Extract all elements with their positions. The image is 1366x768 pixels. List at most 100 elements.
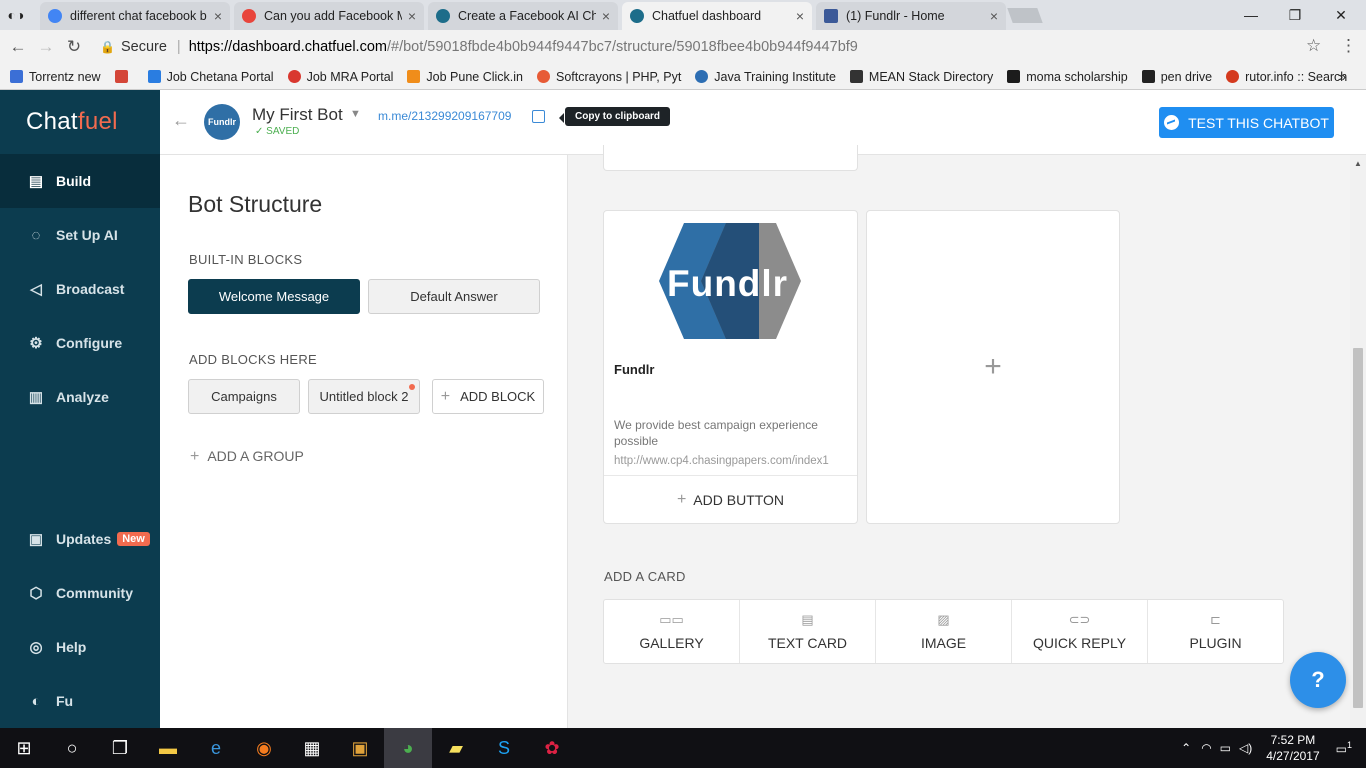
fundlr-logo-image[interactable]: Fundlr <box>659 223 804 343</box>
plugin-button[interactable]: ⊏ PLUGIN <box>1148 600 1283 663</box>
test-chatbot-button[interactable]: TEST THIS CHATBOT <box>1159 107 1334 138</box>
search-icon[interactable]: ○ <box>48 728 96 768</box>
menu-icon[interactable]: ⋮ <box>1340 36 1357 56</box>
messenger-icon <box>1164 115 1180 130</box>
welcome-message-block[interactable]: Welcome Message <box>188 279 360 314</box>
store-icon[interactable]: ▦ <box>288 728 336 768</box>
close-tab-icon[interactable]: × <box>796 8 804 24</box>
text-card-button[interactable]: ▤ TEXT CARD <box>740 600 876 663</box>
edge-icon[interactable]: e <box>192 728 240 768</box>
chevron-up-icon[interactable]: ⌃ <box>1181 741 1191 755</box>
messenger-link[interactable]: m.me/213299209167709 <box>378 109 511 123</box>
bookmark-item[interactable]: Softcrayons | PHP, Pyt <box>537 70 681 84</box>
close-window-icon[interactable]: ✕ <box>1318 0 1364 30</box>
file-explorer-icon[interactable]: ▬ <box>144 728 192 768</box>
bookmark-item[interactable] <box>114 70 134 83</box>
browser-tab[interactable]: different chat facebook b × <box>40 2 230 30</box>
bookmark-item[interactable]: moma scholarship <box>1007 70 1128 84</box>
back-arrow-icon[interactable]: ← <box>4 37 32 57</box>
card-description[interactable]: We provide best campaign experience poss… <box>614 417 844 449</box>
add-group-button[interactable]: + ADD A GROUP <box>190 448 304 466</box>
chart-icon: ▥ <box>28 389 44 406</box>
untitled-block[interactable]: Untitled block 2 <box>308 379 420 414</box>
bookmark-icon <box>407 70 421 83</box>
browser-tab[interactable]: Create a Facebook AI Ch × <box>428 2 618 30</box>
new-badge: New <box>117 532 150 546</box>
address-bar[interactable]: 🔒 Secure | https://dashboard.chatfuel.co… <box>92 35 1332 59</box>
windows-taskbar: ⊞ ○ ❐ ▬ e ◉ ▦ ▣ ◕ ▰ S ✿ ⌃ ◠ ▭ ◁) 7:52 PM… <box>0 728 1366 768</box>
sidebar-item-setup-ai[interactable]: ◌ Set Up AI <box>0 208 160 262</box>
browser-tab-active[interactable]: Chatfuel dashboard × <box>622 2 812 30</box>
sidebar-item-account[interactable]: ◐ Fu <box>0 674 160 728</box>
campaigns-block[interactable]: Campaigns <box>188 379 300 414</box>
sidebar-item-analyze[interactable]: ▥ Analyze <box>0 370 160 424</box>
gallery-card[interactable]: Fundlr Fundlr We provide best campaign e… <box>603 210 858 524</box>
bookmark-item[interactable]: rutor.info :: Search <box>1226 70 1347 84</box>
minimize-icon[interactable]: — <box>1228 0 1274 30</box>
scrollbar-thumb[interactable] <box>1353 348 1363 708</box>
scroll-up-icon[interactable]: ▲ <box>1354 159 1362 168</box>
ai-icon: ◌ <box>31 226 41 244</box>
add-block-button[interactable]: + ADD BLOCK <box>432 379 544 414</box>
card-url[interactable]: http://www.cp4.chasingpapers.com/index1 <box>614 455 854 467</box>
amazon-icon <box>1141 70 1155 83</box>
maximize-icon[interactable]: ❐ <box>1272 0 1318 30</box>
default-answer-block[interactable]: Default Answer <box>368 279 540 314</box>
skype-icon[interactable]: S <box>480 728 528 768</box>
chevron-down-icon[interactable]: ▼ <box>350 108 361 120</box>
sublime-icon[interactable]: ▣ <box>336 728 384 768</box>
bookmark-item[interactable]: Job Chetana Portal <box>147 70 274 84</box>
star-icon[interactable]: ☆ <box>1306 36 1321 56</box>
bot-structure-panel: Bot Structure BUILT-IN BLOCKS Welcome Me… <box>160 155 568 728</box>
bot-name[interactable]: My First Bot <box>252 105 343 125</box>
forward-arrow-icon[interactable]: → <box>32 37 60 57</box>
card-type-picker: ▭▭ GALLERY ▤ TEXT CARD ▨ IMAGE ⊂⊃ QUICK REPL… <box>603 599 1284 664</box>
browser-tab[interactable]: Can you add Facebook M × <box>234 2 424 30</box>
close-tab-icon[interactable]: × <box>214 8 222 24</box>
scrollbar[interactable]: ▲ <box>1350 155 1366 728</box>
image-card-button[interactable]: ▨ IMAGE <box>876 600 1012 663</box>
battery-icon[interactable]: ▭ <box>1220 741 1231 755</box>
add-button-button[interactable]: + ADD BUTTON <box>604 475 857 523</box>
firefox-icon[interactable]: ◉ <box>240 728 288 768</box>
sidebar-item-help[interactable]: ◎ Help <box>0 620 160 674</box>
more-bookmarks-icon[interactable]: » <box>1339 69 1346 84</box>
bookmark-item[interactable]: Job Pune Click.in <box>407 70 523 84</box>
gallery-icon: ▭▭ <box>659 611 684 627</box>
chrome-icon[interactable]: ◕ <box>384 728 432 768</box>
volume-icon[interactable]: ◁) <box>1239 741 1252 755</box>
new-tab-button[interactable] <box>1007 8 1043 23</box>
bookmark-item[interactable]: MEAN Stack Directory <box>849 70 993 84</box>
bookmark-item[interactable]: Torrentz new <box>10 70 101 84</box>
sidebar-item-community[interactable]: ⬡ Community <box>0 566 160 620</box>
close-tab-icon[interactable]: × <box>602 8 610 24</box>
bookmark-item[interactable]: pen drive <box>1141 70 1212 84</box>
back-arrow-icon[interactable]: ← <box>172 110 190 131</box>
wifi-icon[interactable]: ◠ <box>1201 741 1211 755</box>
task-view-icon[interactable]: ❐ <box>96 728 144 768</box>
chatfuel-logo[interactable]: Chatfuel <box>26 108 118 136</box>
card-title[interactable]: Fundlr <box>614 362 654 377</box>
bookmark-item[interactable]: Job MRA Portal <box>287 70 393 84</box>
close-tab-icon[interactable]: × <box>990 8 998 24</box>
reload-icon[interactable]: ↻ <box>60 37 88 57</box>
sidebar-item-configure[interactable]: ⚙ Configure <box>0 316 160 370</box>
gallery-card-button[interactable]: ▭▭ GALLERY <box>604 600 740 663</box>
sticky-notes-icon[interactable]: ▰ <box>432 728 480 768</box>
quick-reply-button[interactable]: ⊂⊃ QUICK REPLY <box>1012 600 1148 663</box>
app-icon[interactable]: ✿ <box>528 728 576 768</box>
browser-tab[interactable]: (1) Fundlr - Home × <box>816 2 1006 30</box>
copy-icon[interactable] <box>532 110 545 123</box>
notifications-icon[interactable]: ▭1 <box>1336 740 1352 756</box>
bookmark-item[interactable]: Java Training Institute <box>695 70 836 84</box>
clock[interactable]: 7:52 PM 4/27/2017 <box>1266 732 1319 764</box>
sidebar-item-build[interactable]: ▤ Build <box>0 154 160 208</box>
bot-avatar[interactable]: Fundlr <box>204 104 240 140</box>
close-tab-icon[interactable]: × <box>408 8 416 24</box>
windows-start-icon[interactable]: ⊞ <box>0 728 48 768</box>
browser-tab-strip: ◐◑ different chat facebook b × Can you a… <box>0 0 1366 30</box>
help-chat-icon[interactable]: ? <box>1290 652 1346 708</box>
sidebar-item-broadcast[interactable]: ◁ Broadcast <box>0 262 160 316</box>
add-gallery-item-button[interactable]: + <box>866 210 1120 524</box>
sidebar-item-updates[interactable]: ▣ Updates New <box>0 512 160 566</box>
